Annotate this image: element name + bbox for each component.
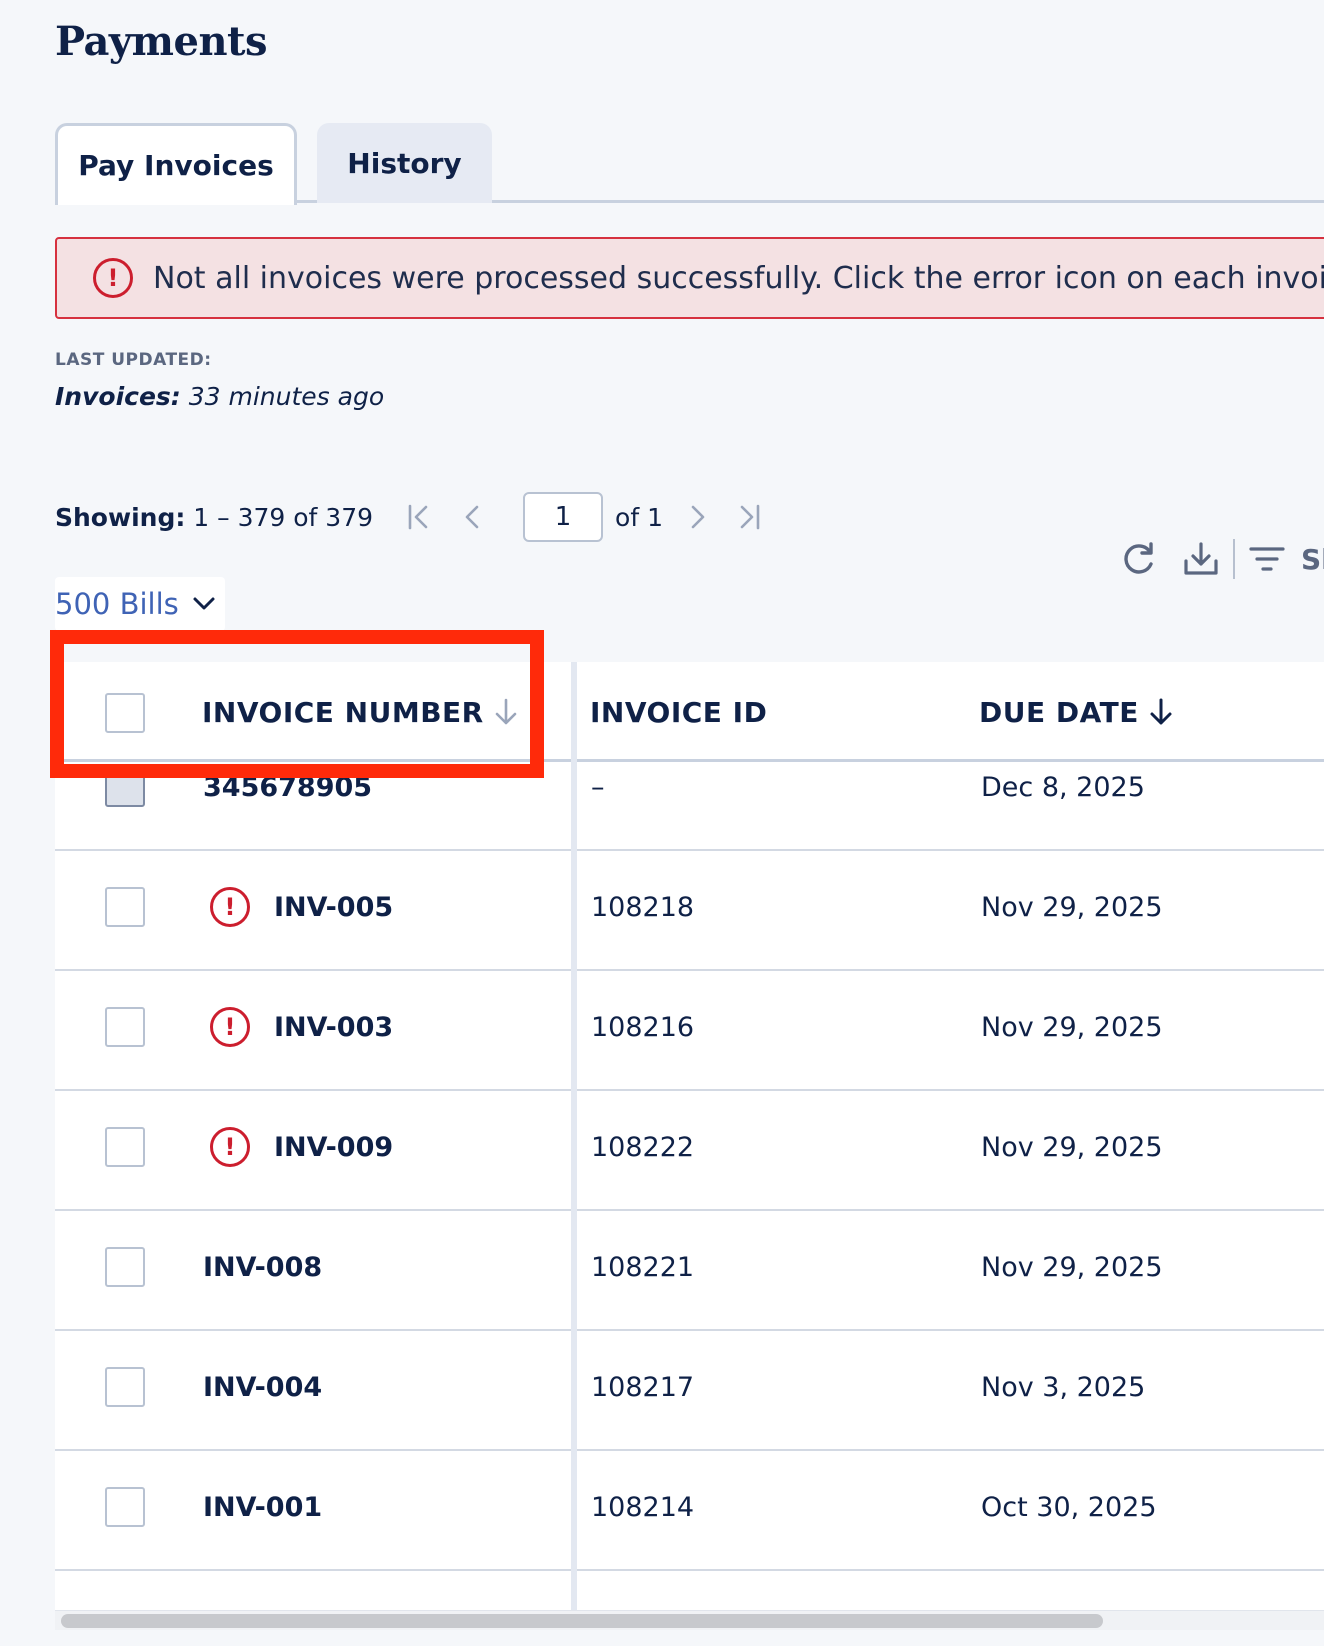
last-updated-label: LAST UPDATED:: [55, 350, 212, 370]
invoice-number: 345678905: [203, 771, 373, 803]
toolbar-divider: [1233, 539, 1235, 579]
invoice-number-cell[interactable]: INV-004: [203, 1325, 322, 1449]
payments-page: Payments Pay Invoices History ! Not all …: [0, 0, 1324, 1646]
page-size-label: 500 Bills: [55, 587, 179, 621]
showing-text: Showing: 1 – 379 of 379: [55, 503, 373, 532]
invoice-id-cell: 108221: [591, 1251, 695, 1283]
refresh-button[interactable]: [1115, 535, 1163, 583]
invoice-number: INV-003: [274, 1011, 394, 1043]
invoice-number: INV-004: [203, 1371, 323, 1403]
last-updated-time: 33 minutes ago: [188, 382, 385, 411]
row-checkbox[interactable]: [105, 1487, 145, 1527]
invoice-number-cell[interactable]: ! INV-003: [210, 965, 393, 1089]
first-page-button[interactable]: [399, 497, 439, 537]
page-number-input[interactable]: [523, 492, 604, 542]
invoice-number: INV-008: [203, 1251, 323, 1283]
chevron-down-icon: [193, 597, 215, 610]
page-size-select[interactable]: 500 Bills: [55, 577, 225, 631]
last-page-icon: [740, 504, 760, 530]
sort-down-icon: [495, 698, 517, 725]
invoice-number-cell[interactable]: 345678905: [203, 725, 372, 849]
column-header-label: INVOICE ID: [590, 695, 768, 729]
invoice-number-cell[interactable]: INV-001: [203, 1445, 322, 1569]
invoice-number-cell[interactable]: INV-008: [203, 1205, 322, 1329]
page-count: of 1: [615, 502, 663, 532]
table-row[interactable]: INV-004 108217 Nov 3, 2025: [55, 1325, 1324, 1451]
table-row[interactable]: INV-001 108214 Oct 30, 2025: [55, 1445, 1324, 1571]
row-checkbox[interactable]: [105, 1367, 145, 1407]
invoice-number: INV-005: [274, 891, 394, 923]
row-error-icon[interactable]: !: [210, 887, 250, 927]
invoice-id-cell: 108216: [591, 1011, 695, 1043]
table-row[interactable]: ! INV-009 108222 Nov 29, 2025: [55, 1085, 1324, 1211]
invoice-number-cell[interactable]: ! INV-009: [210, 1085, 393, 1209]
error-banner-text: Not all invoices were processed successf…: [153, 260, 1324, 296]
tab-bar: Pay Invoices History: [55, 123, 1324, 205]
invoice-id-cell: 108214: [591, 1491, 695, 1523]
chevron-left-icon: [465, 505, 479, 529]
table-row[interactable]: ! INV-003 108216 Nov 29, 2025: [55, 965, 1324, 1091]
due-date-cell: Nov 3, 2025: [981, 1371, 1146, 1403]
column-resize-handle[interactable]: [571, 662, 577, 1610]
show-columns-button[interactable]: Show: [1301, 543, 1324, 576]
horizontal-scrollbar[interactable]: [55, 1610, 1324, 1630]
chevron-right-icon: [691, 505, 705, 529]
invoice-number-cell[interactable]: ! INV-005: [210, 845, 393, 969]
next-page-button[interactable]: [677, 497, 717, 537]
page-title: Payments: [55, 18, 268, 65]
error-icon: !: [93, 258, 133, 298]
table-row[interactable]: ! INV-005 108218 Nov 29, 2025: [55, 845, 1324, 971]
sort-down-icon: [1150, 698, 1172, 725]
pagination: Showing: 1 – 379 of 379 of 1: [55, 492, 769, 542]
invoice-id-cell: –: [591, 771, 605, 803]
refresh-icon: [1124, 542, 1153, 574]
last-page-button[interactable]: [729, 497, 769, 537]
row-error-icon[interactable]: !: [210, 1007, 250, 1047]
filter-icon: [1249, 547, 1285, 571]
row-checkbox[interactable]: [105, 767, 145, 807]
table-row[interactable]: 345678905 – Dec 8, 2025: [55, 725, 1324, 851]
first-page-icon: [408, 504, 428, 530]
row-checkbox[interactable]: [105, 1007, 145, 1047]
prev-page-button[interactable]: [453, 497, 493, 537]
due-date-cell: Oct 30, 2025: [981, 1491, 1157, 1523]
due-date-cell: Nov 29, 2025: [981, 1131, 1163, 1163]
tab-history[interactable]: History: [317, 123, 492, 203]
column-header-label: DUE DATE: [979, 695, 1139, 729]
row-checkbox[interactable]: [105, 1127, 145, 1167]
invoice-id-cell: 108217: [591, 1371, 695, 1403]
invoice-id-cell: 108222: [591, 1131, 695, 1163]
tab-pay-invoices[interactable]: Pay Invoices: [55, 123, 297, 205]
last-updated-value: Invoices: 33 minutes ago: [55, 382, 384, 411]
table-toolbar: Show: [1115, 535, 1324, 583]
invoices-table: INVOICE NUMBER INVOICE ID DUE DATE 34567…: [55, 662, 1324, 1610]
download-icon: [1184, 542, 1218, 575]
last-updated-prefix: Invoices:: [55, 382, 181, 411]
invoice-number: INV-009: [274, 1131, 394, 1163]
showing-label: Showing:: [55, 502, 186, 532]
due-date-cell: Dec 8, 2025: [981, 771, 1145, 803]
invoice-id-cell: 108218: [591, 891, 695, 923]
due-date-cell: Nov 29, 2025: [981, 1251, 1163, 1283]
filter-button[interactable]: [1243, 535, 1291, 583]
invoice-number: INV-001: [203, 1491, 323, 1523]
row-checkbox[interactable]: [105, 1247, 145, 1287]
error-banner: ! Not all invoices were processed succes…: [55, 237, 1324, 319]
table-row[interactable]: INV-008 108221 Nov 29, 2025: [55, 1205, 1324, 1331]
row-error-icon[interactable]: !: [210, 1127, 250, 1167]
column-header-label: INVOICE NUMBER: [202, 695, 484, 729]
due-date-cell: Nov 29, 2025: [981, 1011, 1163, 1043]
download-button[interactable]: [1177, 535, 1225, 583]
row-checkbox[interactable]: [105, 887, 145, 927]
due-date-cell: Nov 29, 2025: [981, 891, 1163, 923]
showing-range: 1 – 379 of 379: [193, 502, 374, 532]
scrollbar-thumb[interactable]: [61, 1614, 1103, 1628]
